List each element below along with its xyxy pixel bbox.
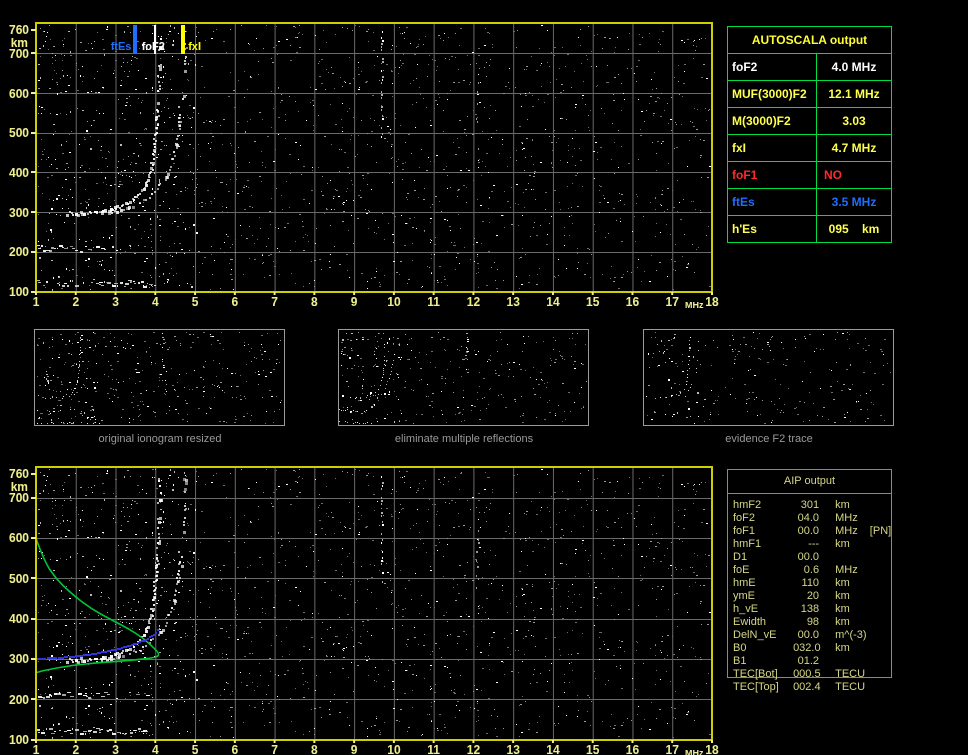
parameter-value: 4.0 MHz (831, 60, 877, 74)
parameter-value: --- (808, 538, 820, 550)
table-row: TEC[Bot] 000.5 TECU (733, 668, 891, 681)
parameter-name: Ewidth (733, 616, 767, 628)
table-row: h_vE 138 km (733, 603, 891, 616)
parameter-name: hmE (733, 577, 756, 589)
parameter-name: foF1 (733, 525, 756, 537)
parameter-name: foF2 (733, 512, 756, 524)
parameter-name: TEC[Bot] (733, 668, 778, 680)
table-row: h'Es 095 km (728, 215, 891, 242)
parameter-value: 301 (800, 499, 820, 511)
parameter-unit: TECU (835, 681, 866, 693)
table-row: foF2 4.0 MHz (728, 53, 891, 80)
autoscala-window: Rome (lat: +41.8, lon: 012.5) - DATE: 20… (0, 0, 968, 755)
autoscala-table-title: AUTOSCALA output (751, 33, 868, 47)
parameter-value: 01.2 (797, 655, 820, 667)
table-row: TEC[Top] 002.4 TECU (733, 681, 891, 694)
parameter-unit: km (835, 590, 850, 602)
thumbnail-caption-original: original ionogram resized (98, 433, 222, 445)
parameter-name: h_vE (733, 603, 759, 615)
table-row: MUF(3000)F2 12.1 MHz (728, 80, 891, 107)
bottom-ionogram-profile-chart (0, 452, 730, 755)
table-row: foF1 NO (728, 161, 891, 188)
table-row: foF1 00.0 MHz [PN] (733, 525, 891, 538)
parameter-unit: km (835, 538, 850, 550)
parameter-value: 00.0 (797, 629, 820, 641)
table-row: ftEs 3.5 MHz (728, 188, 891, 215)
table-row: B1 01.2 (733, 655, 891, 668)
thumbnail-evidence-f2-trace (643, 329, 895, 427)
parameter-unit: MHz (835, 564, 858, 576)
parameter-unit: km (835, 642, 850, 654)
aip-output-table: AIP output hmF2 301 km foF2 04.0 MHz foF… (727, 469, 892, 693)
parameter-unit: km (835, 603, 850, 615)
parameter-value: 00.0 (797, 525, 820, 537)
parameter-name: hmF1 (733, 538, 762, 550)
parameter-name: B0 (733, 642, 747, 654)
parameter-name: DelN_vE (733, 629, 777, 641)
parameter-value: 3.03 (842, 114, 866, 128)
parameter-name: fxI (728, 135, 817, 161)
parameter-name: B1 (733, 655, 747, 667)
parameter-value: 20 (806, 590, 820, 602)
table-row: hmF2 301 km (733, 499, 891, 512)
table-row: DelN_vE 00.0 m^(-3) (733, 629, 891, 642)
parameter-name: ymE (733, 590, 755, 602)
table-row: B0 032.0 km (733, 642, 891, 655)
table-row: Ewidth 98 km (733, 616, 891, 629)
parameter-name: hmF2 (733, 499, 762, 511)
parameter-unit: MHz (835, 512, 858, 524)
parameter-value: 4.7 MHz (831, 141, 877, 155)
parameter-value: 12.1 MHz (828, 87, 880, 101)
table-row: D1 00.0 (733, 551, 891, 564)
table-row: M(3000)F2 3.03 (728, 107, 891, 134)
parameter-value: 110 (801, 577, 820, 589)
thumbnail-caption-evidence: evidence F2 trace (725, 433, 813, 445)
parameter-value: 3.5 MHz (831, 195, 877, 209)
parameter-name: foF2 (728, 54, 817, 80)
parameter-value: 00.0 (797, 551, 820, 563)
aip-table-rows: hmF2 301 km foF2 04.0 MHz foF1 00.0 MHz (728, 494, 891, 694)
table-row: hmF1 --- km (733, 538, 891, 551)
parameter-value: 04.0 (797, 512, 820, 524)
table-row: hmE 110 km (733, 577, 891, 590)
autoscala-output-table: AUTOSCALA output foF2 4.0 MHz MUF(3000)F… (727, 26, 892, 243)
parameter-value: 138 (800, 603, 820, 615)
parameter-name: h'Es (728, 216, 817, 242)
aip-table-title: AIP output (728, 470, 891, 494)
parameter-unit: TECU (835, 668, 866, 680)
parameter-value: 0.6 (803, 564, 820, 576)
parameter-name: M(3000)F2 (728, 108, 817, 134)
top-ionogram-chart (0, 0, 730, 316)
thumbnail-eliminate-reflections (338, 329, 590, 427)
parameter-unit: m^(-3) (835, 629, 867, 641)
parameter-value: 000.5 (793, 668, 821, 680)
parameter-value: NO (824, 168, 842, 182)
parameter-name: foF1 (728, 162, 817, 188)
table-row: ymE 20 km (733, 590, 891, 603)
parameter-value: 002.4 (793, 681, 821, 693)
parameter-unit: km (835, 616, 850, 628)
parameter-unit: MHz (835, 525, 858, 537)
thumbnail-caption-eliminate: eliminate multiple reflections (394, 433, 534, 445)
parameter-value: 095 km (828, 222, 880, 236)
parameter-unit: km (835, 499, 850, 511)
parameter-name: TEC[Top] (733, 681, 779, 693)
table-row: foF2 04.0 MHz (733, 512, 891, 525)
parameter-name: D1 (733, 551, 748, 563)
parameter-value: 032.0 (793, 642, 821, 654)
table-row: fxI 4.7 MHz (728, 134, 891, 161)
parameter-name: ftEs (728, 189, 817, 215)
table-row: foE 0.6 MHz (733, 564, 891, 577)
parameter-name: foE (733, 564, 750, 576)
autoscala-table-rows: foF2 4.0 MHz MUF(3000)F2 12.1 MHz M(3000… (728, 53, 891, 242)
parameter-note: [PN] (869, 525, 892, 537)
parameter-unit: km (835, 577, 850, 589)
parameter-value: 98 (806, 616, 820, 628)
parameter-name: MUF(3000)F2 (728, 81, 817, 107)
thumbnail-original-ionogram (34, 329, 286, 427)
